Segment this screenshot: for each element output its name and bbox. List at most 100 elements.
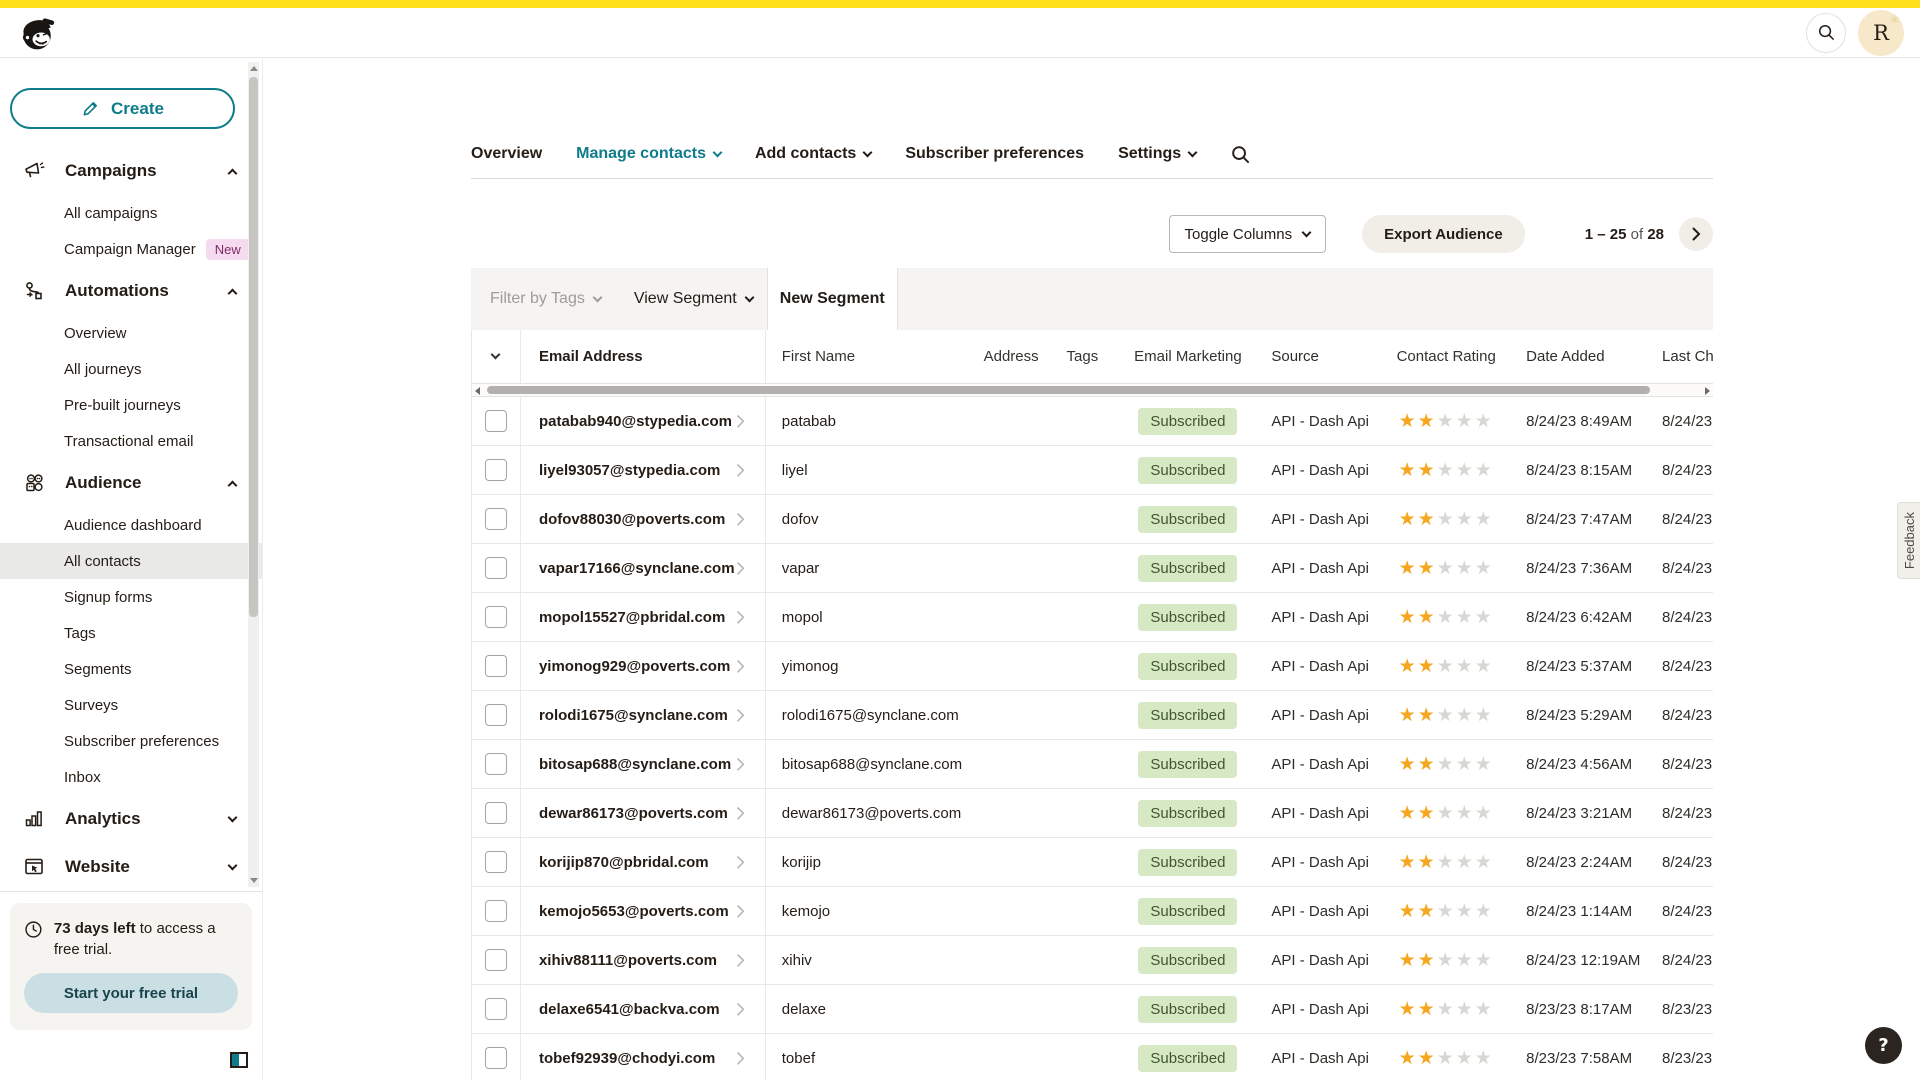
chevron-right-icon[interactable] [737,562,745,575]
sidebar-item-tags[interactable]: Tags [0,615,262,651]
row-checkbox[interactable] [485,410,507,432]
scroll-left-arrow-icon[interactable] [475,387,480,395]
select-all-dropdown[interactable] [472,330,521,383]
column-email-marketing[interactable]: Email Marketing [1115,348,1260,365]
tabs-search-button[interactable] [1230,144,1251,165]
column-source[interactable]: Source [1260,348,1390,365]
sidebar-item-inbox[interactable]: Inbox [0,759,262,795]
export-audience-button[interactable]: Export Audience [1362,215,1525,253]
chevron-right-icon[interactable] [737,954,745,967]
toggle-columns-button[interactable]: Toggle Columns [1169,215,1327,253]
contact-email[interactable]: mopol15527@pbridal.com [539,609,725,626]
contact-email[interactable]: bitosap688@synclane.com [539,756,731,773]
contact-email[interactable]: patabab940@stypedia.com [539,413,732,430]
chevron-right-icon[interactable] [737,905,745,918]
column-date-added[interactable]: Date Added [1502,348,1655,365]
feedback-tab[interactable]: Feedback [1897,502,1920,579]
contact-email[interactable]: delaxe6541@backva.com [539,1001,720,1018]
sidebar-section-website[interactable]: Website [0,843,262,891]
chevron-right-icon[interactable] [737,1003,745,1016]
sidebar-section-campaigns[interactable]: Campaigns [0,147,262,195]
sidebar-item-surveys[interactable]: Surveys [0,687,262,723]
view-segment-dropdown[interactable]: View Segment [634,268,753,330]
sidebar-item-all-journeys[interactable]: All journeys [0,351,262,387]
row-checkbox[interactable] [485,459,507,481]
sidebar-item-all-campaigns[interactable]: All campaigns [0,195,262,231]
column-last-changed[interactable]: Last Changed [1655,348,1713,365]
tab-subscriber-preferences[interactable]: Subscriber preferences [905,145,1084,163]
chevron-right-icon[interactable] [737,856,745,869]
contact-email[interactable]: korijip870@pbridal.com [539,854,709,871]
chevron-right-icon[interactable] [737,415,745,428]
chevron-right-icon[interactable] [737,464,745,477]
scroll-down-arrow-icon[interactable] [250,878,258,883]
row-checkbox[interactable] [485,508,507,530]
scroll-up-arrow-icon[interactable] [250,66,258,71]
chevron-right-icon[interactable] [737,660,745,673]
column-email[interactable]: Email Address [539,348,643,365]
mailchimp-logo[interactable] [16,11,62,55]
create-button[interactable]: Create [10,88,235,129]
sidebar-section-automations[interactable]: Automations [0,267,262,315]
filter-by-tags-dropdown[interactable]: Filter by Tags [490,268,601,330]
contact-email[interactable]: kemojo5653@poverts.com [539,903,729,920]
help-button[interactable]: ? [1865,1027,1902,1064]
horizontal-scrollbar[interactable] [472,383,1713,397]
tab-settings[interactable]: Settings [1118,145,1196,163]
contact-email[interactable]: dofov88030@poverts.com [539,511,725,528]
row-checkbox[interactable] [485,557,507,579]
chevron-right-icon[interactable] [737,807,745,820]
contact-email[interactable]: vapar17166@synclane.com [539,560,735,577]
sidebar-item-overview[interactable]: Overview [0,315,262,351]
chevron-right-icon[interactable] [737,758,745,771]
row-checkbox[interactable] [485,753,507,775]
horizontal-scrollbar-thumb[interactable] [487,386,1650,394]
tab-manage-contacts[interactable]: Manage contacts [576,145,721,163]
chevron-right-icon[interactable] [737,611,745,624]
sidebar-item-audience-dashboard[interactable]: Audience dashboard [0,507,262,543]
sidebar-item-campaign-manager[interactable]: Campaign ManagerNew [0,231,262,267]
row-checkbox[interactable] [485,949,507,971]
sidebar-item-pre-built-journeys[interactable]: Pre-built journeys [0,387,262,423]
sidebar-scrollbar[interactable] [248,62,259,887]
new-segment-button[interactable]: New Segment [767,268,898,330]
contact-email[interactable]: rolodi1675@synclane.com [539,707,728,724]
column-tags[interactable]: Tags [1051,348,1116,365]
sidebar-section-analytics[interactable]: Analytics [0,795,262,843]
sidebar-section-audience[interactable]: Audience [0,459,262,507]
chevron-right-icon[interactable] [737,709,745,722]
start-free-trial-button[interactable]: Start your free trial [24,973,238,1013]
row-checkbox[interactable] [485,802,507,824]
row-checkbox[interactable] [485,655,507,677]
contact-email[interactable]: yimonog929@poverts.com [539,658,730,675]
contact-email[interactable]: dewar86173@poverts.com [539,805,728,822]
sidebar-item-signup-forms[interactable]: Signup forms [0,579,262,615]
row-checkbox[interactable] [485,704,507,726]
column-address[interactable]: Address [971,348,1051,365]
column-first-name[interactable]: First Name [766,348,971,365]
row-checkbox[interactable] [485,1047,507,1069]
row-checkbox[interactable] [485,998,507,1020]
scroll-right-arrow-icon[interactable] [1705,387,1710,395]
contact-email[interactable]: liyel93057@stypedia.com [539,462,720,479]
row-checkbox[interactable] [485,606,507,628]
contact-email[interactable]: xihiv88111@poverts.com [539,952,717,969]
header-search-button[interactable] [1806,13,1846,53]
collapse-sidebar-icon[interactable] [230,1052,248,1068]
contact-email[interactable]: tobef92939@chodyi.com [539,1050,715,1067]
sidebar-item-all-contacts[interactable]: All contacts [0,543,262,579]
row-checkbox[interactable] [485,851,507,873]
sidebar-item-subscriber-preferences[interactable]: Subscriber preferences [0,723,262,759]
row-checkbox[interactable] [485,900,507,922]
sidebar-item-transactional-email[interactable]: Transactional email [0,423,262,459]
contact-first-name: patabab [766,413,971,430]
sidebar-item-segments[interactable]: Segments [0,651,262,687]
next-page-button[interactable] [1679,217,1713,251]
sidebar-scrollbar-thumb[interactable] [249,77,258,617]
column-contact-rating[interactable]: Contact Rating [1390,348,1502,365]
chevron-right-icon[interactable] [737,513,745,526]
account-avatar[interactable]: ✶ R [1858,10,1904,56]
tab-overview[interactable]: Overview [471,145,542,163]
tab-add-contacts[interactable]: Add contacts [755,145,871,163]
chevron-right-icon[interactable] [737,1052,745,1065]
